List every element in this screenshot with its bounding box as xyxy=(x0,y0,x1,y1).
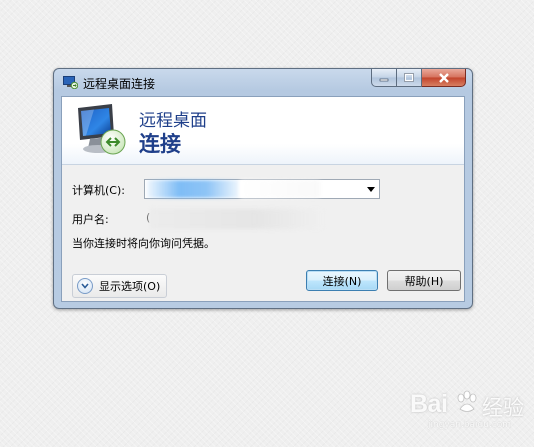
computer-label: 计算机(C): xyxy=(72,184,125,197)
connect-button[interactable]: 连接(N) xyxy=(306,270,378,291)
username-label: 用户名: xyxy=(72,213,109,226)
baidu-jingyan-watermark: Bai 经验 jingyan.baidu.com xyxy=(410,388,534,430)
show-options-label: 显示选项(O) xyxy=(99,280,161,293)
remote-desktop-window: 远程桌面连接 远程桌面 连接 计算机(C): 用户名: (当你连接时将向你询问… xyxy=(53,68,473,309)
watermark-brand: Bai xyxy=(410,390,448,418)
close-button[interactable] xyxy=(422,69,466,87)
credentials-note: 当你连接时将向你询问凭据。 xyxy=(72,237,215,250)
chevron-down-icon[interactable] xyxy=(367,187,375,192)
username-value: ( xyxy=(146,209,324,229)
help-label: 帮助(H) xyxy=(404,274,444,288)
remote-desktop-icon xyxy=(63,76,78,89)
chevron-down-circle-icon xyxy=(77,278,93,294)
chevron-down-icon xyxy=(81,283,89,289)
close-icon xyxy=(438,72,449,83)
maximize-button[interactable] xyxy=(397,69,422,87)
title-bar[interactable]: 远程桌面连接 xyxy=(54,69,472,95)
maximize-icon xyxy=(404,73,414,82)
computer-combobox[interactable] xyxy=(144,179,380,199)
minimize-button[interactable] xyxy=(371,69,397,87)
redacted-region xyxy=(150,209,324,229)
redacted-region xyxy=(147,180,239,198)
connect-label: 连接(N) xyxy=(322,274,362,288)
caption-buttons xyxy=(371,69,466,88)
watermark-url: jingyan.baidu.com xyxy=(428,420,512,430)
header-banner: 远程桌面 连接 xyxy=(62,97,464,165)
window-title: 远程桌面连接 xyxy=(83,77,156,91)
monitor-connect-icon xyxy=(78,104,126,155)
paw-icon xyxy=(457,390,477,412)
show-options-button[interactable]: 显示选项(O) xyxy=(72,274,168,298)
watermark-brand-cn: 经验 xyxy=(482,396,524,420)
help-button[interactable]: 帮助(H) xyxy=(387,270,461,291)
dialog-client-area: 远程桌面 连接 计算机(C): 用户名: ( 当你连接时将向你询问凭据。 显示选… xyxy=(61,96,465,302)
banner-title-line2: 连接 xyxy=(139,132,181,156)
minimize-icon xyxy=(379,78,389,81)
redacted-region xyxy=(240,180,320,198)
